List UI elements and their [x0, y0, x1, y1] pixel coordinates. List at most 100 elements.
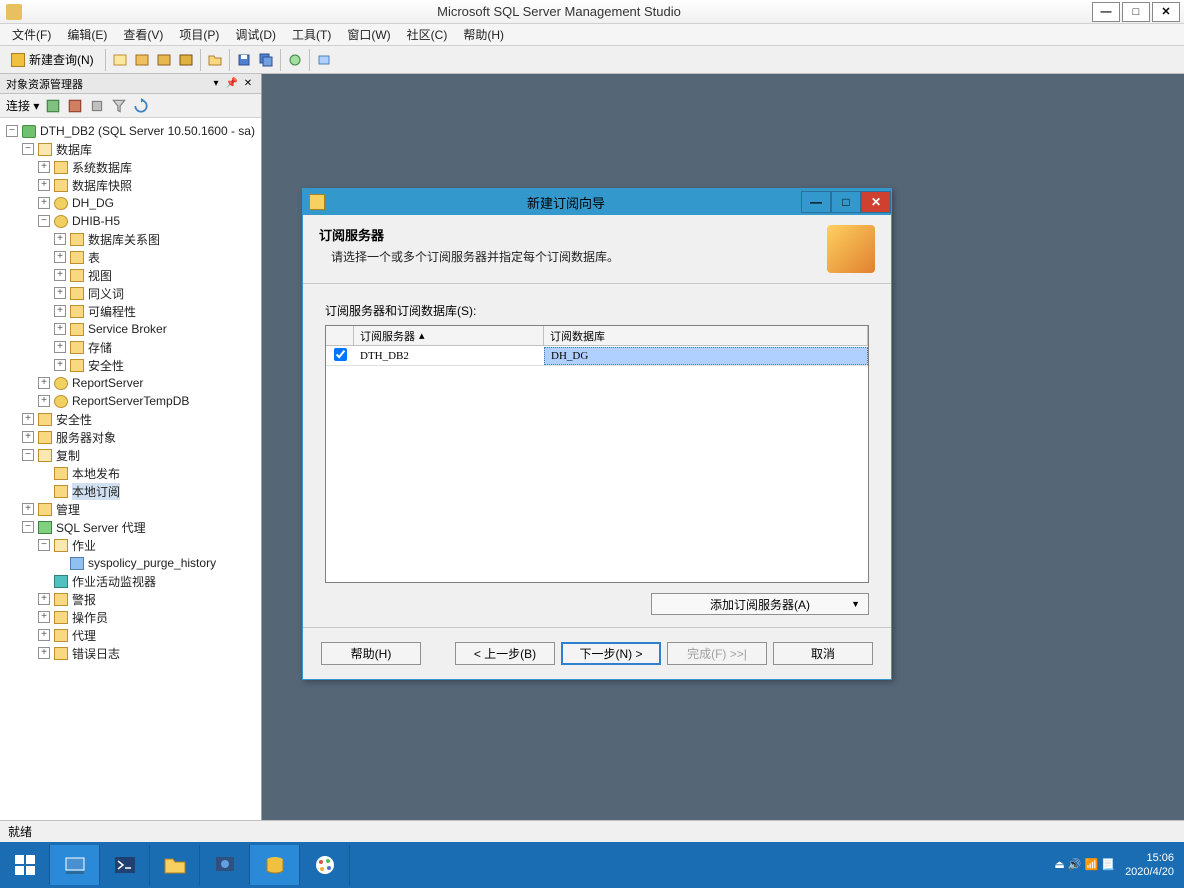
menu-view[interactable]: 查看(V) [115, 24, 171, 45]
menu-help[interactable]: 帮助(H) [455, 24, 512, 45]
tree-operators[interactable]: 操作员 [72, 609, 108, 626]
dialog-close-button[interactable]: ✕ [861, 191, 891, 213]
back-button[interactable]: < 上一步(B) [455, 642, 555, 665]
close-panel-icon[interactable]: ✕ [241, 77, 255, 91]
close-button[interactable]: ✕ [1152, 2, 1180, 22]
tree-replication[interactable]: 复制 [56, 447, 80, 464]
tree-service-broker[interactable]: Service Broker [88, 322, 167, 336]
subscription-db-column-header[interactable]: 订阅数据库 [544, 326, 868, 345]
expand-icon[interactable]: + [38, 197, 50, 209]
stop-icon[interactable] [89, 98, 105, 114]
connect-dropdown[interactable]: 连接 ▾ [6, 97, 39, 114]
collapse-icon[interactable]: − [38, 539, 50, 551]
expand-icon[interactable]: + [38, 377, 50, 389]
minimize-button[interactable]: — [1092, 2, 1120, 22]
checkbox-column-header[interactable] [326, 326, 354, 345]
powershell-taskbar-icon[interactable] [100, 845, 150, 885]
tree-local-subscriptions[interactable]: 本地订阅 [72, 483, 120, 500]
tree-job-activity-monitor[interactable]: 作业活动监视器 [72, 573, 156, 590]
tree-synonyms[interactable]: 同义词 [88, 285, 124, 302]
menu-file[interactable]: 文件(F) [4, 24, 59, 45]
tree-local-publications[interactable]: 本地发布 [72, 465, 120, 482]
subscription-db-cell[interactable]: DH_DG [544, 347, 868, 365]
tree-proxies[interactable]: 代理 [72, 627, 96, 644]
menu-project[interactable]: 项目(P) [171, 24, 227, 45]
expand-icon[interactable]: + [54, 359, 66, 371]
start-button[interactable] [0, 845, 50, 885]
tree-database-snapshots[interactable]: 数据库快照 [72, 177, 132, 194]
pin-icon[interactable]: 📌 [225, 77, 239, 91]
tree-jobs[interactable]: 作业 [72, 537, 96, 554]
expand-icon[interactable]: + [22, 503, 34, 515]
expand-icon[interactable]: + [54, 323, 66, 335]
system-tray[interactable]: ⏏ 🔊 📶 📃 15:06 2020/4/20 [1044, 851, 1184, 880]
expand-icon[interactable]: + [38, 611, 50, 623]
activity-monitor-icon[interactable] [285, 50, 305, 70]
expand-icon[interactable]: + [54, 341, 66, 353]
collapse-icon[interactable]: − [22, 449, 34, 461]
disconnect-icon[interactable] [67, 98, 83, 114]
help-button[interactable]: 帮助(H) [321, 642, 421, 665]
server-manager-taskbar-icon[interactable] [50, 845, 100, 885]
grid-row[interactable]: DTH_DB2 DH_DG [326, 346, 868, 366]
expand-icon[interactable]: + [38, 161, 50, 173]
expand-icon[interactable]: + [38, 179, 50, 191]
dialog-maximize-button[interactable]: □ [831, 191, 861, 213]
ssms-taskbar-icon[interactable] [250, 845, 300, 885]
tree-databases[interactable]: 数据库 [56, 141, 92, 158]
new-query-button[interactable]: 新建查询(N) [4, 49, 101, 71]
collapse-icon[interactable]: − [38, 215, 50, 227]
registered-servers-icon[interactable] [314, 50, 334, 70]
tree-security[interactable]: 安全性 [56, 411, 92, 428]
collapse-icon[interactable]: − [22, 521, 34, 533]
maximize-button[interactable]: □ [1122, 2, 1150, 22]
menu-debug[interactable]: 调试(D) [227, 24, 284, 45]
toolbar-icon-2[interactable] [132, 50, 152, 70]
tree-tables[interactable]: 表 [88, 249, 100, 266]
dropdown-icon[interactable]: ▾ [209, 77, 223, 91]
tray-icons[interactable]: ⏏ 🔊 📶 📃 [1054, 858, 1115, 872]
tree-db-dh-dg[interactable]: DH_DG [72, 196, 114, 210]
tree-error-logs[interactable]: 错误日志 [72, 645, 120, 662]
tree-alerts[interactable]: 警报 [72, 591, 96, 608]
tree-storage[interactable]: 存储 [88, 339, 112, 356]
subscriber-column-header[interactable]: 订阅服务器▴ [354, 326, 544, 345]
save-icon[interactable] [234, 50, 254, 70]
expand-icon[interactable]: + [54, 251, 66, 263]
menu-community[interactable]: 社区(C) [399, 24, 456, 45]
menu-tools[interactable]: 工具(T) [284, 24, 339, 45]
tree-db-dhib[interactable]: DHIB-H5 [72, 214, 120, 228]
tree-server-root[interactable]: DTH_DB2 (SQL Server 10.50.1600 - sa) [40, 124, 255, 138]
collapse-icon[interactable]: − [22, 143, 34, 155]
explorer-taskbar-icon[interactable] [150, 845, 200, 885]
windows-taskbar[interactable]: ⏏ 🔊 📶 📃 15:06 2020/4/20 [0, 842, 1184, 888]
tree-reportservertemp[interactable]: ReportServerTempDB [72, 394, 189, 408]
subscribers-grid[interactable]: 订阅服务器▴ 订阅数据库 DTH_DB2 DH_DG [325, 325, 869, 583]
tree-reportserver[interactable]: ReportServer [72, 376, 143, 390]
menu-window[interactable]: 窗口(W) [339, 24, 398, 45]
tree-programmability[interactable]: 可编程性 [88, 303, 136, 320]
open-file-icon[interactable] [205, 50, 225, 70]
dialog-minimize-button[interactable]: — [801, 191, 831, 213]
filter-icon[interactable] [111, 98, 127, 114]
expand-icon[interactable]: + [38, 593, 50, 605]
expand-icon[interactable]: + [22, 431, 34, 443]
expand-icon[interactable]: + [54, 305, 66, 317]
subscriber-checkbox[interactable] [334, 348, 347, 361]
mstsc-taskbar-icon[interactable] [200, 845, 250, 885]
db-engine-query-icon[interactable] [110, 50, 130, 70]
tree-system-databases[interactable]: 系统数据库 [72, 159, 132, 176]
tree-management[interactable]: 管理 [56, 501, 80, 518]
save-all-icon[interactable] [256, 50, 276, 70]
tree-views[interactable]: 视图 [88, 267, 112, 284]
toolbar-icon-3[interactable] [154, 50, 174, 70]
menu-edit[interactable]: 编辑(E) [59, 24, 115, 45]
next-button[interactable]: 下一步(N) > [561, 642, 661, 665]
subscriber-cell[interactable]: DTH_DB2 [354, 348, 544, 364]
tree-db-security[interactable]: 安全性 [88, 357, 124, 374]
expand-icon[interactable]: + [54, 233, 66, 245]
paint-taskbar-icon[interactable] [300, 845, 350, 885]
tree-sql-agent[interactable]: SQL Server 代理 [56, 519, 146, 536]
expand-icon[interactable]: + [54, 287, 66, 299]
tree-syspolicy-job[interactable]: syspolicy_purge_history [88, 556, 216, 570]
